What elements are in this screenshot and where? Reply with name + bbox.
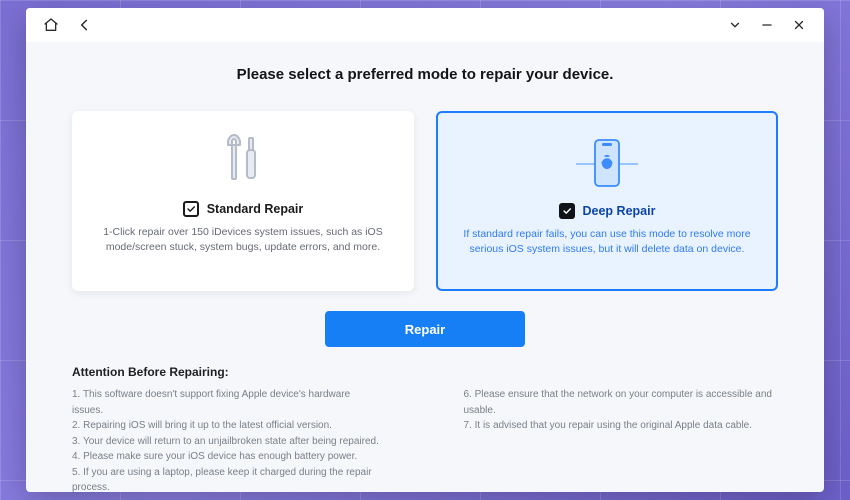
attention-section: Attention Before Repairing: 1. This soft… [62, 347, 788, 492]
arrow-left-icon [77, 17, 93, 33]
tip-item: 7. It is advised that you repair using t… [463, 418, 778, 434]
home-icon [43, 17, 59, 33]
phone-scan-icon [572, 131, 642, 197]
tip-item: 2. Repairing iOS will bring it up to the… [72, 418, 383, 434]
check-icon [562, 206, 572, 216]
app-window: Please select a preferred mode to repair… [26, 8, 824, 492]
checkbox-deep[interactable] [559, 203, 575, 219]
checkbox-standard[interactable] [183, 201, 199, 217]
tip-item: 4. Please make sure your iOS device has … [72, 449, 383, 465]
home-button[interactable] [38, 12, 64, 38]
mode-card-standard[interactable]: Standard Repair 1-Click repair over 150 … [72, 111, 414, 291]
back-button[interactable] [72, 12, 98, 38]
tip-item: 3. Your device will return to an unjailb… [72, 434, 383, 450]
content-area: Please select a preferred mode to repair… [26, 42, 824, 492]
titlebar [26, 8, 824, 42]
page-title: Please select a preferred mode to repair… [62, 50, 788, 111]
tip-item: 1. This software doesn't support fixing … [72, 387, 383, 418]
mode-deep-desc: If standard repair fails, you can use th… [460, 227, 754, 257]
check-icon [186, 204, 196, 214]
minimize-button[interactable] [754, 12, 780, 38]
mode-standard-desc: 1-Click repair over 150 iDevices system … [94, 225, 392, 255]
menu-dropdown-button[interactable] [722, 12, 748, 38]
repair-button[interactable]: Repair [325, 311, 525, 347]
wrench-screwdriver-icon [218, 129, 268, 195]
close-icon [792, 18, 806, 32]
mode-selector: Standard Repair 1-Click repair over 150 … [62, 111, 788, 291]
mode-card-deep[interactable]: Deep Repair If standard repair fails, yo… [436, 111, 778, 291]
tips-column-right: 6. Please ensure that the network on you… [463, 387, 778, 492]
attention-heading: Attention Before Repairing: [72, 365, 778, 379]
minimize-icon [760, 18, 774, 32]
mode-deep-title: Deep Repair [583, 204, 656, 218]
tip-item: 5. If you are using a laptop, please kee… [72, 465, 383, 493]
mode-standard-title: Standard Repair [207, 202, 304, 216]
tip-item: 6. Please ensure that the network on you… [463, 387, 778, 418]
tips-column-left: 1. This software doesn't support fixing … [72, 387, 383, 492]
chevron-down-icon [728, 18, 742, 32]
close-button[interactable] [786, 12, 812, 38]
